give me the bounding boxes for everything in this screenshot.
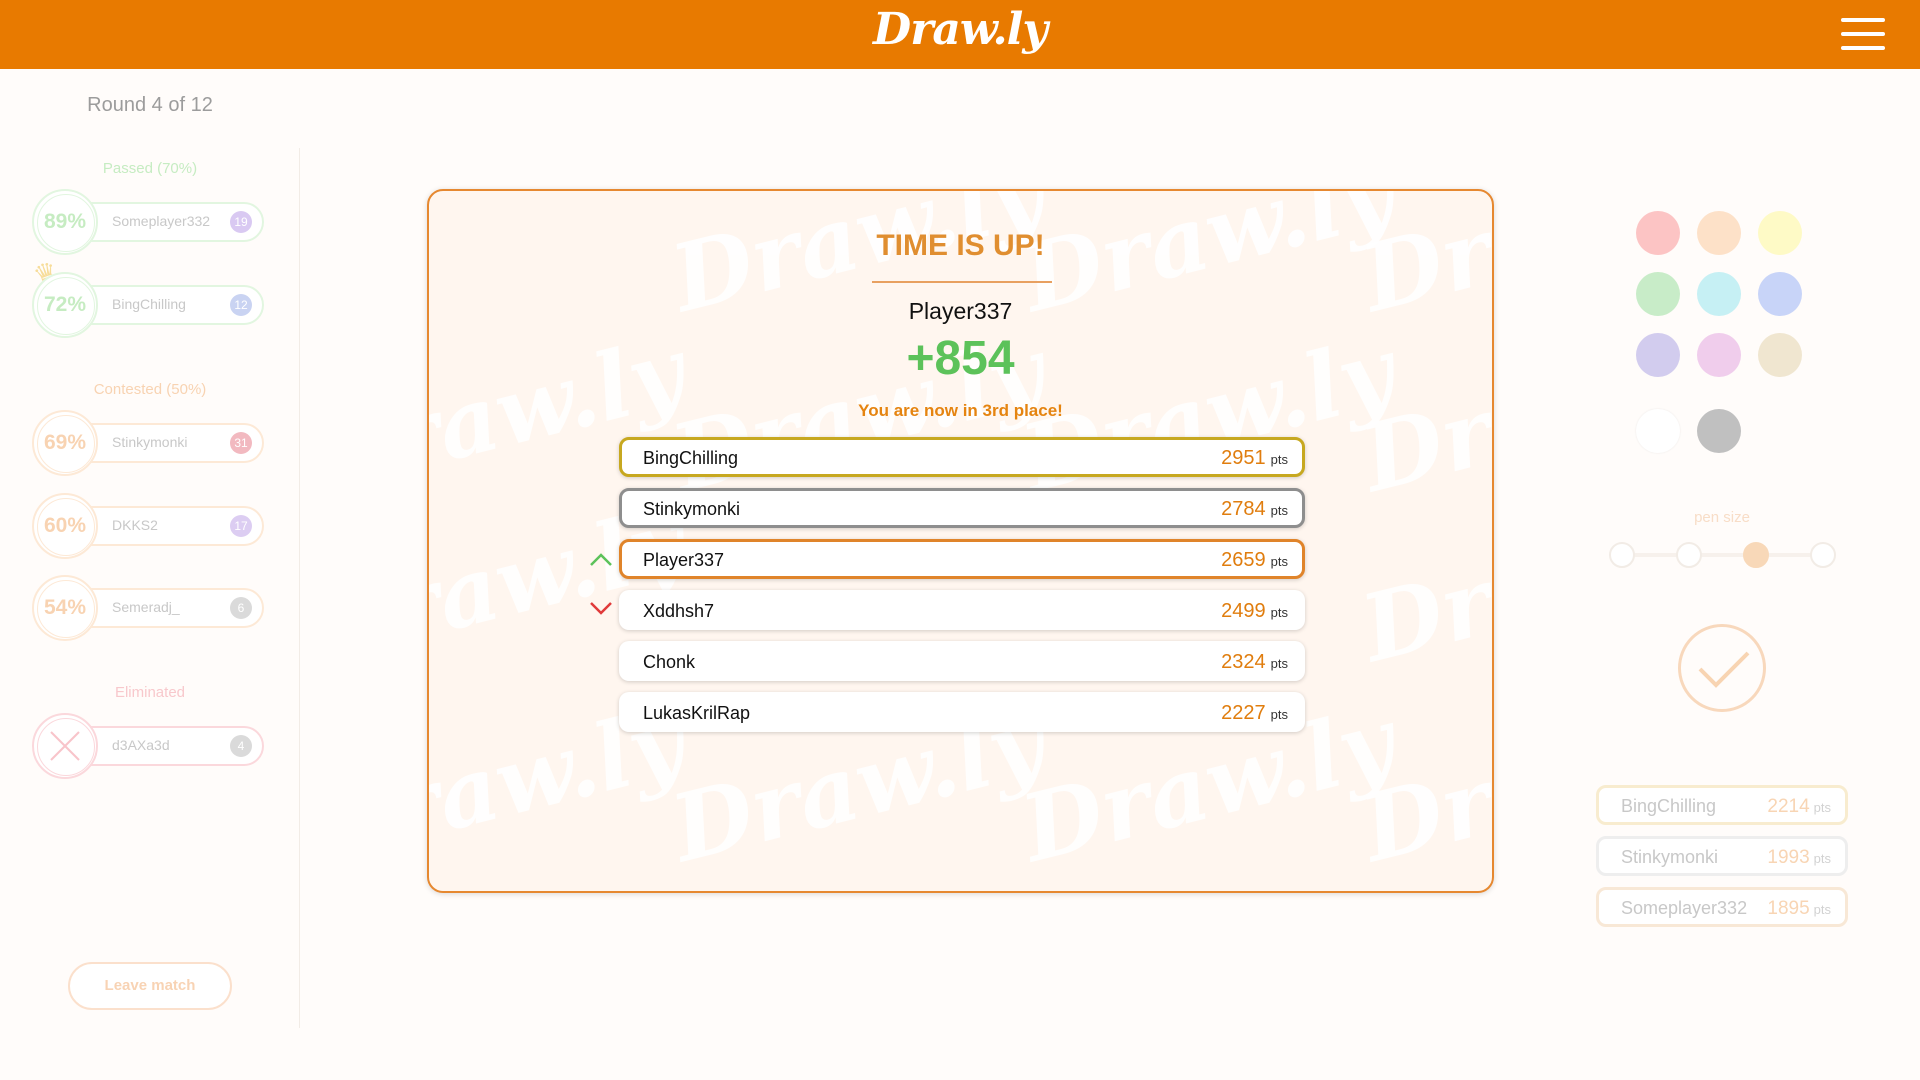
- player-percent: 54%: [32, 575, 98, 641]
- mini-leaderboard-row: Stinkymonki 1993 pts: [1596, 836, 1848, 876]
- app-logo: Draw.ly: [873, 4, 1048, 55]
- leaderboard-name: Player337: [643, 550, 725, 570]
- player-level-badge: 12: [230, 294, 252, 316]
- player-name: Someplayer332: [112, 213, 211, 229]
- watermark-logo: Draw.ly: [1351, 486, 1494, 684]
- player-percent: 72%: [32, 272, 98, 338]
- mini-leaderboard-name: Someplayer332: [1621, 898, 1748, 918]
- app-header: Draw.ly: [0, 0, 1920, 69]
- leaderboard-row: BingChilling 2951 pts: [619, 437, 1305, 477]
- mini-leaderboard-name: BingChilling: [1621, 796, 1717, 816]
- placement-message: You are now in 3rd place!: [858, 401, 1063, 420]
- confirm-drawing-button[interactable]: [1678, 624, 1766, 712]
- rank-up-arrow-icon: [590, 553, 612, 566]
- color-swatch-beige[interactable]: [1758, 333, 1802, 377]
- leaderboard-score: 2499 pts: [1221, 600, 1288, 622]
- leaderboard-name: Stinkymonki: [643, 499, 741, 519]
- player-name: BingChilling: [112, 296, 186, 312]
- leave-match-button[interactable]: Leave match: [68, 962, 232, 1010]
- leaderboard-row: Stinkymonki 2784 pts: [619, 488, 1305, 528]
- rank-down-arrow-icon: [590, 602, 612, 615]
- pen-size-option-2[interactable]: [1676, 542, 1702, 568]
- color-swatch-yellow[interactable]: [1758, 211, 1802, 255]
- leaderboard-row: Chonk 2324 pts: [619, 641, 1305, 681]
- color-swatch-green[interactable]: [1636, 272, 1680, 316]
- player-level-badge: 17: [230, 515, 252, 537]
- modal-title: TIME IS UP!: [876, 229, 1045, 262]
- player-percent: 89%: [32, 189, 98, 255]
- pen-size-track: [1622, 553, 1822, 557]
- mini-leaderboard-score: 1993 pts: [1767, 847, 1831, 868]
- leaderboard-score: 2227 pts: [1221, 702, 1288, 724]
- color-swatch-white[interactable]: [1636, 409, 1680, 453]
- player-card[interactable]: 60% DKKS2 17: [32, 493, 266, 559]
- hamburger-menu-icon[interactable]: [1841, 18, 1885, 50]
- player-name: d3AXa3d: [112, 737, 170, 753]
- mini-leaderboard-name: Stinkymonki: [1621, 847, 1719, 867]
- leaderboard-row-current-player: Player337 2659 pts: [619, 539, 1305, 579]
- pen-size-option-3[interactable]: [1743, 542, 1769, 568]
- player-card[interactable]: 69% Stinkymonki 31: [32, 410, 266, 476]
- color-swatch-lavender[interactable]: [1636, 333, 1680, 377]
- player-percent: 60%: [32, 493, 98, 559]
- mini-leaderboard-row: BingChilling 2214 pts: [1596, 785, 1848, 825]
- leaderboard-score: 2324 pts: [1221, 651, 1288, 673]
- leaderboard-name: BingChilling: [643, 448, 739, 468]
- section-label-contested: Contested (50%): [93, 381, 207, 398]
- leaderboard-name: LukasKrilRap: [643, 703, 751, 723]
- color-swatch-magenta[interactable]: [1697, 333, 1741, 377]
- player-level-badge: 6: [230, 597, 252, 619]
- leaderboard-score: 2659 pts: [1221, 549, 1288, 571]
- player-name: DKKS2: [112, 517, 158, 533]
- player-level-badge: 19: [230, 211, 252, 233]
- leaderboard-score: 2784 pts: [1221, 498, 1288, 520]
- pen-size-label: pen size: [1694, 509, 1750, 526]
- color-swatch-cyan[interactable]: [1697, 272, 1741, 316]
- leaderboard-name: Xddhsh7: [643, 601, 715, 621]
- leaderboard-row: Xddhsh7 2499 pts: [619, 590, 1305, 630]
- player-card[interactable]: d3AXa3d 4: [32, 713, 266, 779]
- round-player-name: Player337: [908, 298, 1013, 324]
- section-label-passed: Passed (70%): [102, 160, 198, 177]
- leaderboard-name: Chonk: [643, 652, 696, 672]
- score-delta: +854: [906, 332, 1015, 385]
- pen-size-option-1[interactable]: [1609, 542, 1635, 568]
- left-panel-divider: [299, 148, 300, 1028]
- round-indicator: Round 4 of 12: [87, 94, 213, 116]
- player-card[interactable]: 72% BingChilling 12: [32, 272, 266, 338]
- mini-leaderboard-score: 2214 pts: [1767, 796, 1831, 817]
- mini-leaderboard-score: 1895 pts: [1767, 898, 1831, 919]
- leaderboard-row: LukasKrilRap 2227 pts: [619, 692, 1305, 732]
- pen-size-option-4[interactable]: [1810, 542, 1836, 568]
- player-card[interactable]: 54% Semeradj_ 6: [32, 575, 266, 641]
- title-divider: [872, 281, 1052, 283]
- player-card[interactable]: 89% Someplayer332 19: [32, 189, 266, 255]
- player-name: Stinkymonki: [112, 434, 188, 450]
- leaderboard-score: 2951 pts: [1221, 447, 1288, 469]
- checkmark-icon: [1698, 651, 1750, 688]
- mini-leaderboard-row: Someplayer332 1895 pts: [1596, 887, 1848, 927]
- player-level-badge: 4: [230, 735, 252, 757]
- color-swatch-gray[interactable]: [1697, 409, 1741, 453]
- time-up-modal: Draw.ly Draw.ly Draw.ly Draw.ly Draw.ly …: [427, 189, 1494, 893]
- color-swatch-peach[interactable]: [1697, 211, 1741, 255]
- player-percent: 69%: [32, 410, 98, 476]
- color-swatch-pink[interactable]: [1636, 211, 1680, 255]
- section-label-eliminated: Eliminated: [114, 684, 186, 701]
- player-name: Semeradj_: [112, 599, 180, 615]
- color-swatch-blue[interactable]: [1758, 272, 1802, 316]
- eliminated-x-icon: [32, 713, 98, 779]
- player-level-badge: 31: [230, 432, 252, 454]
